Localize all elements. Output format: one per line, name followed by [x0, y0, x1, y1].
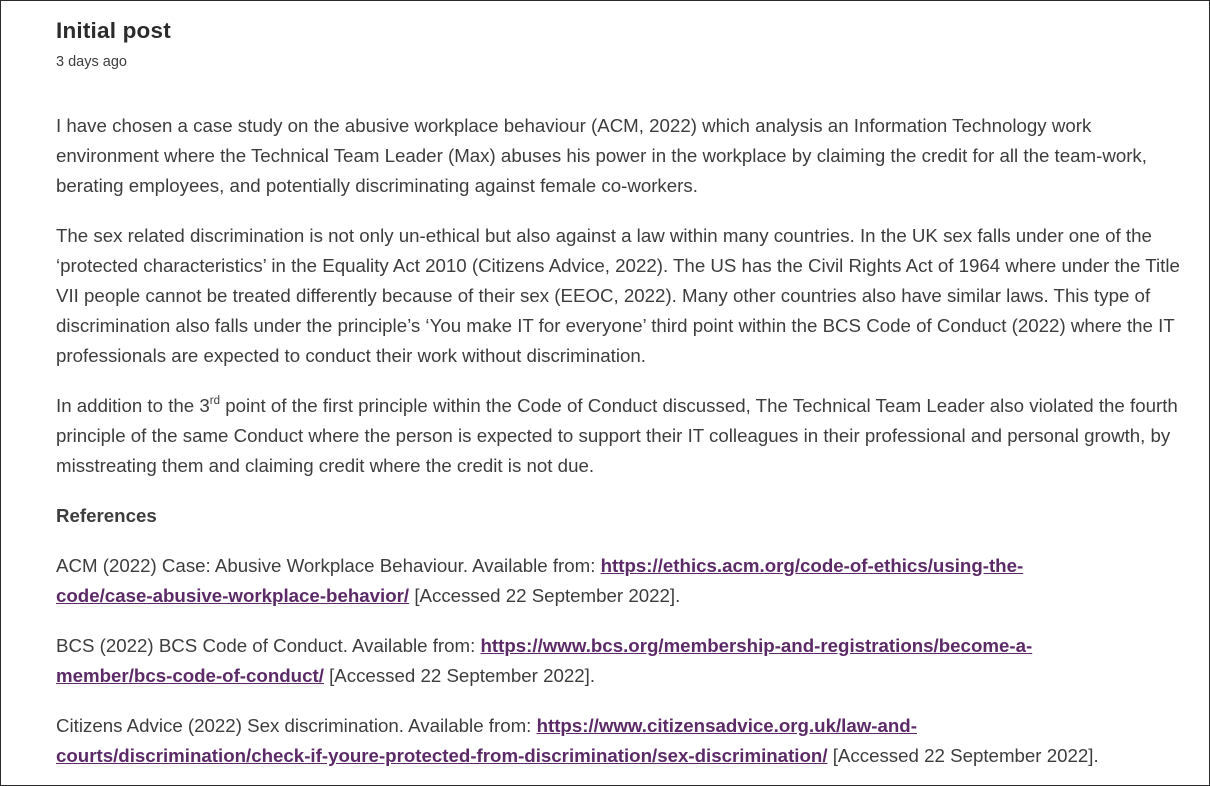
- reference-url-part: member/bcs-code-of-conduct/: [56, 665, 324, 686]
- reference-acm: ACM (2022) Case: Abusive Workplace Behav…: [56, 551, 1186, 611]
- discussion-post: Initial post 3 days ago I have chosen a …: [56, 15, 1186, 785]
- reference-accessed: [Accessed 22 September 2022].: [409, 585, 681, 606]
- reference-accessed: [Accessed 22 September 2022].: [827, 745, 1099, 766]
- reference-accessed: [Accessed 22 September 2022].: [323, 665, 596, 686]
- post-timestamp: 3 days ago: [56, 54, 127, 70]
- reference-url-part: https://ethics.acm.org/code-of-ethics/us…: [600, 555, 1024, 576]
- paragraph-3-start: In addition to the 3: [56, 395, 210, 416]
- paragraph-3: In addition to the 3rd point of the firs…: [56, 391, 1186, 481]
- reference-url-part: courts/discrimination/check-if-youre-pro…: [56, 745, 828, 766]
- post-title: Initial post: [56, 18, 171, 43]
- reference-url-part: https://www.bcs.org/membership-and-regis…: [480, 635, 1033, 656]
- reference-bcs: BCS (2022) BCS Code of Conduct. Availabl…: [56, 631, 1186, 691]
- paragraph-2: The sex related discrimination is not on…: [56, 225, 1180, 366]
- post-frame: Initial post 3 days ago I have chosen a …: [0, 0, 1210, 786]
- references-heading: References: [56, 505, 157, 526]
- reference-url-part: https://www.citizensadvice.org.uk/law-an…: [536, 715, 917, 736]
- reference-url-part: code/case-abusive-workplace-behavior/: [56, 585, 410, 606]
- reference-text: BCS (2022) BCS Code of Conduct. Availabl…: [56, 635, 481, 656]
- reference-citizens-advice: Citizens Advice (2022) Sex discriminatio…: [56, 711, 1186, 771]
- reference-text: ACM (2022) Case: Abusive Workplace Behav…: [56, 555, 601, 576]
- reference-text: Citizens Advice (2022) Sex discriminatio…: [56, 715, 537, 736]
- post-body: I have chosen a case study on the abusiv…: [56, 111, 1186, 771]
- ordinal-suffix: rd: [209, 395, 221, 407]
- paragraph-3-rest: point of the first principle within the …: [56, 395, 1178, 476]
- paragraph-1: I have chosen a case study on the abusiv…: [56, 115, 1147, 196]
